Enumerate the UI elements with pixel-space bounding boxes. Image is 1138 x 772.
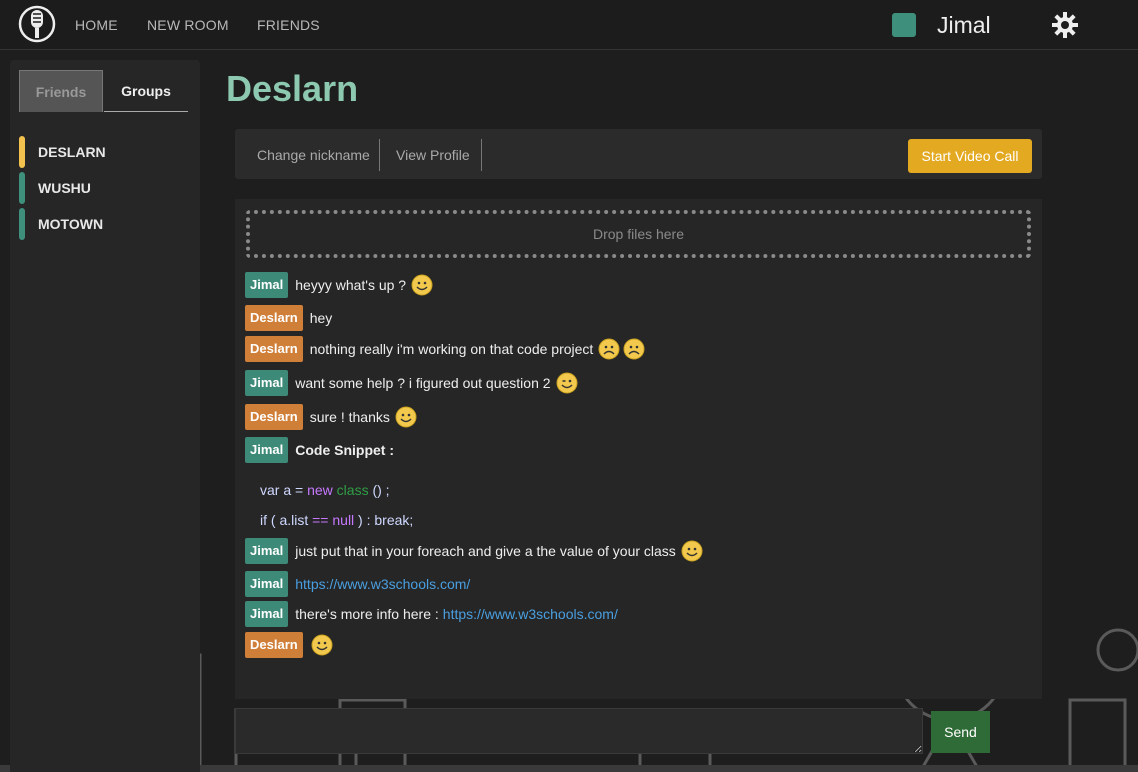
code-token: var a = bbox=[260, 482, 308, 498]
friend-name: MOTOWN bbox=[38, 216, 104, 232]
friend-item-deslarn[interactable]: DESLARN bbox=[19, 136, 191, 168]
message-input[interactable] bbox=[235, 708, 923, 754]
friend-color-bar bbox=[19, 172, 25, 204]
friend-color-bar bbox=[19, 136, 25, 168]
chat-message: Jimal https://www.w3schools.com/ bbox=[245, 570, 470, 598]
tab-groups[interactable]: Groups bbox=[104, 70, 188, 112]
code-keyword: == bbox=[312, 512, 329, 528]
code-token: if ( a.list bbox=[260, 512, 313, 528]
chat-message: Deslarn nothing really i'm working on th… bbox=[245, 335, 645, 363]
message-text: want some help ? i figured out question … bbox=[295, 375, 551, 391]
code-snippet-line: if ( a.list == null ) : break; bbox=[260, 512, 413, 528]
microphone-icon[interactable] bbox=[18, 5, 56, 43]
code-snippet-line: var a = new class () ; bbox=[260, 482, 390, 498]
start-video-call-button[interactable]: Start Video Call bbox=[908, 139, 1032, 173]
message-text: Code Snippet : bbox=[295, 442, 395, 458]
sender-badge[interactable]: Jimal bbox=[245, 437, 289, 463]
chat-message: Jimal heyyy what's up ? bbox=[245, 271, 433, 299]
message-text: there's more info here : bbox=[295, 606, 439, 622]
chat-message: Deslarn hey bbox=[245, 304, 332, 332]
friend-name: DESLARN bbox=[38, 144, 106, 160]
change-nickname-button[interactable]: Change nickname bbox=[257, 139, 370, 171]
send-button[interactable]: Send bbox=[931, 711, 990, 753]
smile-emoji-icon bbox=[395, 406, 417, 428]
sender-badge[interactable]: Deslarn bbox=[245, 404, 303, 430]
message-link[interactable]: https://www.w3schools.com/ bbox=[443, 606, 618, 622]
message-text: just put that in your foreach and give a… bbox=[295, 543, 676, 559]
code-token: ) : break; bbox=[354, 512, 414, 528]
sender-badge[interactable]: Deslarn bbox=[245, 336, 303, 362]
view-profile-button[interactable]: View Profile bbox=[396, 139, 470, 171]
chat-message: Deslarn bbox=[245, 631, 333, 659]
friends-sidebar: Friends Groups DESLARN WUSHU MOTOWN bbox=[10, 60, 200, 772]
sender-badge[interactable]: Deslarn bbox=[245, 632, 303, 658]
message-text: heyyy what's up ? bbox=[295, 277, 407, 293]
user-status-indicator bbox=[892, 13, 916, 37]
current-username[interactable]: Jimal bbox=[937, 12, 991, 39]
message-link[interactable]: https://www.w3schools.com/ bbox=[295, 576, 470, 592]
friend-name: WUSHU bbox=[38, 180, 91, 196]
nav-friends-link[interactable]: FRIENDS bbox=[257, 17, 320, 33]
nav-home-link[interactable]: HOME bbox=[75, 17, 118, 33]
message-text: sure ! thanks bbox=[309, 409, 390, 425]
sender-badge[interactable]: Jimal bbox=[245, 272, 289, 298]
chat-message: Jimal want some help ? i figured out que… bbox=[245, 369, 578, 397]
room-toolbar: Change nickname View Profile Start Video… bbox=[235, 129, 1042, 179]
code-keyword: new bbox=[307, 482, 333, 498]
friend-item-wushu[interactable]: WUSHU bbox=[19, 172, 191, 204]
tab-friends[interactable]: Friends bbox=[19, 70, 103, 112]
file-dropzone[interactable]: Drop files here bbox=[246, 210, 1031, 258]
chat-message: Jimal there's more info here : https://w… bbox=[245, 600, 618, 628]
message-text: nothing really i'm working on that code … bbox=[309, 341, 594, 357]
chat-messages-panel[interactable]: Drop files here Jimal heyyy what's up ? … bbox=[235, 199, 1042, 699]
smile-emoji-icon bbox=[411, 274, 433, 296]
smile-emoji-icon bbox=[681, 540, 703, 562]
toolbar-divider bbox=[379, 139, 380, 171]
friend-item-motown[interactable]: MOTOWN bbox=[19, 208, 191, 240]
room-title: Deslarn bbox=[226, 68, 359, 109]
toolbar-divider bbox=[481, 139, 482, 171]
chat-message: Deslarn sure ! thanks bbox=[245, 403, 417, 431]
chat-message: Jimal just put that in your foreach and … bbox=[245, 537, 703, 565]
chat-message: Jimal Code Snippet : bbox=[245, 436, 394, 464]
sender-badge[interactable]: Jimal bbox=[245, 601, 289, 627]
sender-badge[interactable]: Jimal bbox=[245, 571, 289, 597]
code-keyword: null bbox=[332, 512, 355, 528]
frown-emoji-icon bbox=[598, 338, 620, 360]
code-class-name: class bbox=[336, 482, 369, 498]
frown-emoji-icon bbox=[623, 338, 645, 360]
sender-badge[interactable]: Jimal bbox=[245, 538, 289, 564]
top-navbar: HOME NEW ROOM FRIENDS Jimal bbox=[0, 0, 1138, 50]
sender-badge[interactable]: Jimal bbox=[245, 370, 289, 396]
sender-badge[interactable]: Deslarn bbox=[245, 305, 303, 331]
nav-new-room-link[interactable]: NEW ROOM bbox=[147, 17, 229, 33]
smile-emoji-icon bbox=[311, 634, 333, 656]
message-text: hey bbox=[309, 310, 333, 326]
gear-icon[interactable] bbox=[1052, 12, 1078, 38]
friend-color-bar bbox=[19, 208, 25, 240]
wink-emoji-icon bbox=[556, 372, 578, 394]
code-token: () ; bbox=[368, 482, 390, 498]
